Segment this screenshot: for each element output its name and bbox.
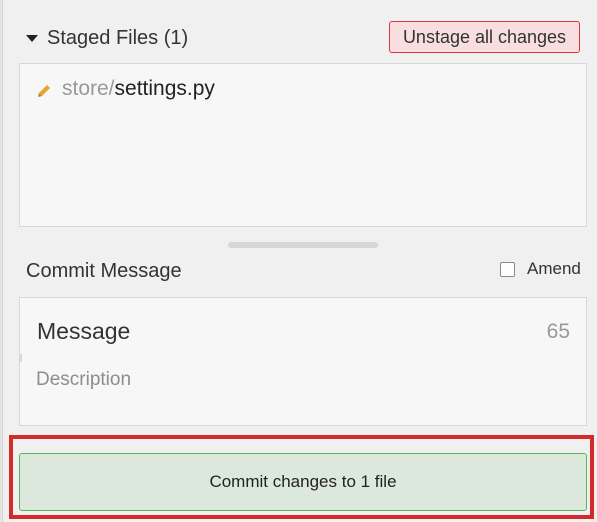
character-count: 65 <box>546 320 570 343</box>
file-name: settings.py <box>114 77 215 100</box>
file-directory: store/ <box>62 77 115 100</box>
pencil-icon <box>36 81 52 97</box>
message-input[interactable]: Message <box>37 318 130 345</box>
resize-handle[interactable] <box>228 242 378 248</box>
description-input[interactable]: Description <box>36 369 131 391</box>
unstage-all-button[interactable]: Unstage all changes <box>389 21 580 53</box>
file-row[interactable]: store/ settings.py <box>36 76 215 102</box>
panel-edge <box>0 0 3 522</box>
commit-button[interactable]: Commit changes to 1 file <box>19 453 587 511</box>
staged-files-title: Staged Files (1) <box>47 26 189 49</box>
amend-checkbox[interactable] <box>500 261 515 277</box>
amend-option[interactable]: Amend <box>500 259 581 279</box>
message-divider <box>20 354 22 362</box>
staged-file-list: store/ settings.py <box>19 63 587 227</box>
commit-message-label: Commit Message <box>26 260 182 282</box>
caret-down-icon[interactable] <box>26 34 38 42</box>
message-box[interactable]: Message 65 Description <box>19 297 587 426</box>
amend-label: Amend <box>527 259 581 278</box>
commit-panel: Staged Files (1) Unstage all changes sto… <box>0 0 597 522</box>
